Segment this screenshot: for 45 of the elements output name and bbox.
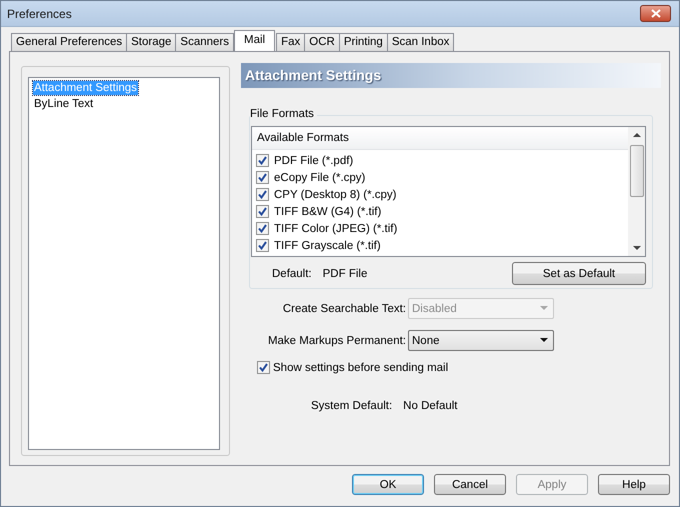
checkbox-label: Show settings before sending mail — [273, 362, 448, 374]
format-label: PDF File (*.pdf) — [274, 154, 354, 166]
tab[interactable]: Fax — [276, 33, 306, 51]
format-label: TIFF Grayscale (*.tif) — [274, 240, 381, 252]
checkbox[interactable] — [257, 361, 270, 374]
set-default-button[interactable]: Set as Default — [512, 262, 646, 285]
section-header: Attachment Settings — [241, 63, 661, 88]
system-default-label: System Default: — [311, 400, 392, 412]
dropdown[interactable]: None — [408, 330, 554, 351]
close-icon — [650, 9, 660, 18]
tab[interactable]: Printing — [338, 33, 388, 51]
checkbox[interactable] — [256, 205, 269, 218]
format-label: TIFF Color (JPEG) (*.tif) — [274, 222, 398, 234]
default-label: Default: — [272, 268, 312, 280]
group-title: File Formats — [250, 108, 317, 120]
checkbox[interactable] — [256, 188, 269, 201]
tab[interactable]: Scanners — [175, 33, 234, 51]
field-label: Create Searchable Text: — [282, 302, 407, 314]
format-label: TIFF B&W (G4) (*.tif) — [274, 206, 382, 218]
dialog-button[interactable]: Help — [598, 474, 670, 495]
dropdown-arrow-icon — [540, 306, 548, 311]
tab[interactable]: Storage — [126, 33, 176, 51]
format-label: CPY (Desktop 8) (*.cpy) — [274, 188, 396, 200]
tab[interactable]: General Preferences — [11, 33, 128, 51]
sidebar-item[interactable]: ByLine Text — [33, 97, 94, 111]
checkbox[interactable] — [256, 154, 269, 167]
dialog-button[interactable]: Cancel — [434, 474, 506, 495]
tab[interactable]: Mail — [234, 30, 276, 51]
tab[interactable]: OCR — [304, 33, 340, 51]
scroll-thumb[interactable] — [630, 145, 644, 197]
checkbox[interactable] — [256, 222, 269, 235]
system-default-value: No Default — [403, 400, 458, 412]
dropdown-arrow-icon — [540, 338, 548, 343]
scrollbar[interactable] — [628, 127, 645, 256]
scroll-down-icon — [632, 246, 640, 251]
dialog-button[interactable]: OK — [352, 474, 424, 495]
format-label: eCopy File (*.cpy) — [274, 172, 366, 184]
field-label: Make Markups Permanent: — [266, 334, 407, 346]
checkbox[interactable] — [256, 239, 269, 252]
checkbox[interactable] — [256, 171, 269, 184]
tab[interactable]: Scan Inbox — [386, 33, 454, 51]
close-button[interactable] — [640, 5, 671, 22]
default-value: PDF File — [322, 268, 368, 280]
scroll-up-icon — [632, 132, 640, 137]
window-title: Preferences — [7, 6, 72, 20]
